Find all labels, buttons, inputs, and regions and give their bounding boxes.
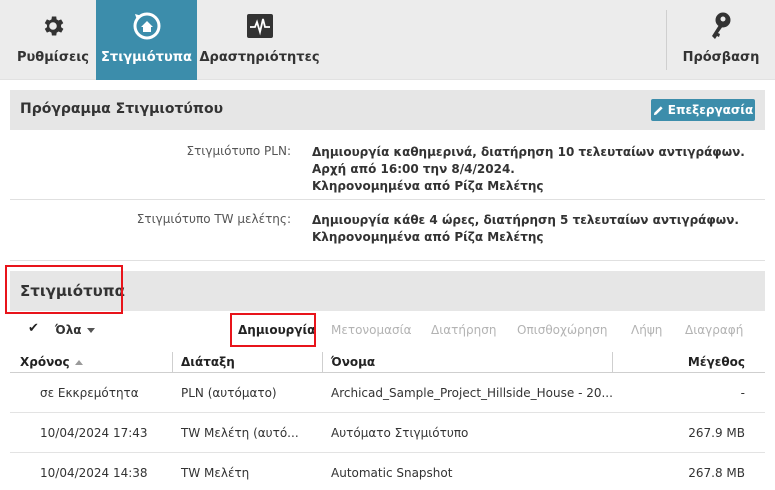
schedule-line: Δημιουργία καθημερινά, διατήρηση 10 τελε…	[312, 145, 745, 159]
sort-ascending-icon	[74, 359, 83, 365]
column-divider	[612, 352, 613, 372]
column-divider	[172, 352, 173, 372]
tab-snapshots-label: Στιγμιότυπα	[101, 50, 192, 65]
schedule-row-tw: Στιγμιότυπο TW μελέτης: Δημιουργία κάθε …	[10, 212, 765, 246]
cell-layout: PLN (αυτόματο)	[181, 386, 277, 400]
cell-layout: TW Μελέτη (αυτό...	[181, 426, 299, 440]
schedule-divider	[10, 260, 765, 261]
cell-name: Archicad_Sample_Project_Hillside_House -…	[331, 386, 613, 400]
rename-button[interactable]: Μετονομασία	[331, 323, 412, 337]
column-header-name[interactable]: Όνομα	[331, 355, 375, 369]
tab-activities[interactable]: Δραστηριότητες	[197, 0, 322, 80]
schedule-line: Αρχή από 16:00 την 8/4/2024.	[312, 162, 515, 176]
column-header-size[interactable]: Μέγεθος	[688, 355, 745, 369]
table-header: Χρόνος Διάταξη Όνομα Μέγεθος	[10, 351, 765, 373]
top-toolbar: Ρυθμίσεις Στιγμιότυπα Δραστηριότητες Πρό…	[0, 0, 775, 80]
cell-size: -	[740, 386, 745, 400]
column-divider	[322, 352, 323, 372]
schedule-line: Κληρονομημένα από Ρίζα Μελέτης	[312, 230, 544, 244]
checkmark-icon[interactable]: ✔	[28, 321, 39, 336]
tab-access-label: Πρόσβαση	[682, 50, 760, 65]
activity-pulse-icon	[245, 11, 275, 41]
highlight-box-snapshots-title	[5, 265, 123, 314]
edit-schedule-label: Επεξεργασία	[667, 103, 754, 117]
schedule-divider	[10, 199, 765, 200]
schedule-label-tw: Στιγμιότυπο TW μελέτης:	[136, 212, 291, 226]
cell-name: Automatic Snapshot	[331, 466, 453, 480]
retain-button[interactable]: Διατήρηση	[431, 323, 496, 337]
schedule-line: Κληρονομημένα από Ρίζα Μελέτης	[312, 179, 544, 193]
column-header-layout[interactable]: Διάταξη	[181, 355, 235, 369]
select-all-label: Όλα	[55, 323, 82, 337]
tab-settings[interactable]: Ρυθμίσεις	[10, 0, 96, 80]
snapshot-history-icon	[132, 11, 162, 41]
cell-time: 10/04/2024 14:38	[40, 466, 148, 480]
table-row[interactable]: 10/04/2024 17:43 TW Μελέτη (αυτό... Αυτό…	[10, 413, 765, 453]
snapshots-section-header: Στιγμιότυπα	[10, 271, 765, 311]
table-row[interactable]: 10/04/2024 14:38 TW Μελέτη Automatic Sna…	[10, 453, 765, 490]
schedule-title: Πρόγραμμα Στιγμιοτύπου	[20, 101, 224, 117]
tab-access[interactable]: Πρόσβαση	[676, 0, 766, 80]
chevron-down-icon	[86, 327, 95, 333]
select-all-dropdown[interactable]: Όλα	[55, 323, 95, 337]
download-button[interactable]: Λήψη	[631, 323, 662, 337]
toolbar-divider	[666, 10, 667, 70]
cell-time: σε Εκκρεμότητα	[40, 386, 139, 400]
tab-activities-label: Δραστηριότητες	[199, 50, 320, 65]
cell-time: 10/04/2024 17:43	[40, 426, 148, 440]
rollback-button[interactable]: Οπισθοχώρηση	[517, 323, 607, 337]
pencil-icon	[653, 105, 663, 115]
schedule-value-tw: Δημιουργία κάθε 4 ώρες, διατήρηση 5 τελε…	[312, 212, 739, 246]
tab-snapshots[interactable]: Στιγμιότυπα	[96, 0, 197, 80]
gear-icon	[38, 11, 68, 41]
schedule-label-pln: Στιγμιότυπο PLN:	[186, 144, 292, 158]
column-header-time[interactable]: Χρόνος	[20, 355, 83, 369]
cell-size: 267.8 MB	[688, 466, 745, 480]
delete-button[interactable]: Διαγραφή	[685, 323, 743, 337]
edit-schedule-button[interactable]: Επεξεργασία	[651, 99, 755, 121]
table-row[interactable]: σε Εκκρεμότητα PLN (αυτόματο) Archicad_S…	[10, 373, 765, 413]
schedule-value-pln: Δημιουργία καθημερινά, διατήρηση 10 τελε…	[312, 144, 745, 195]
key-icon	[706, 11, 736, 41]
cell-name: Αυτόματο Στιγμιότυπο	[331, 426, 469, 440]
cell-layout: TW Μελέτη	[181, 466, 250, 480]
schedule-row-pln: Στιγμιότυπο PLN: Δημιουργία καθημερινά, …	[10, 144, 765, 194]
highlight-box-create	[230, 313, 316, 347]
cell-size: 267.9 MB	[688, 426, 745, 440]
schedule-line: Δημιουργία κάθε 4 ώρες, διατήρηση 5 τελε…	[312, 213, 739, 227]
tab-settings-label: Ρυθμίσεις	[16, 50, 89, 65]
column-header-time-label: Χρόνος	[20, 355, 70, 369]
